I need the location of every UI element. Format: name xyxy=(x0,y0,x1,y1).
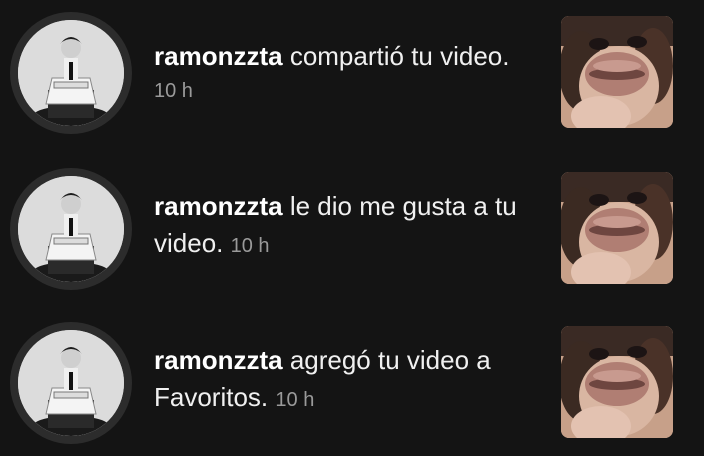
notification-message-cont: video. xyxy=(154,228,224,258)
notification-text: ramonzzta compartió tu video. 10 h xyxy=(154,38,544,107)
notification-item[interactable]: ramonzzta compartió tu video. 10 h xyxy=(0,12,704,134)
timestamp: 10 h xyxy=(230,235,270,257)
video-thumbnail[interactable] xyxy=(561,172,673,284)
avatar[interactable] xyxy=(10,12,132,134)
user-avatar-icon xyxy=(18,330,124,436)
video-thumbnail-icon xyxy=(561,326,673,438)
username-link[interactable]: ramonzzta xyxy=(154,41,283,71)
notification-message: compartió tu video. xyxy=(289,41,510,71)
username-link[interactable]: ramonzzta xyxy=(154,191,283,221)
notification-item[interactable]: ramonzzta agregó tu video a Favoritos. 1… xyxy=(0,322,704,444)
video-thumbnail[interactable] xyxy=(561,16,673,128)
notification-text: ramonzzta agregó tu video a Favoritos. 1… xyxy=(154,342,544,419)
notification-message: le dio me gusta a tu xyxy=(289,191,517,221)
video-thumbnail[interactable] xyxy=(561,326,673,438)
username-link[interactable]: ramonzzta xyxy=(154,345,283,375)
notification-message-cont: Favoritos. xyxy=(154,382,269,412)
notification-message: agregó tu video a xyxy=(289,345,491,375)
notification-text: ramonzzta le dio me gusta a tu video. 10… xyxy=(154,188,544,265)
avatar[interactable] xyxy=(10,168,132,290)
video-thumbnail-icon xyxy=(561,16,673,128)
avatar[interactable] xyxy=(10,322,132,444)
timestamp: 10 h xyxy=(275,389,315,411)
user-avatar-icon xyxy=(18,176,124,282)
user-avatar-icon xyxy=(18,20,124,126)
video-thumbnail-icon xyxy=(561,172,673,284)
notification-item[interactable]: ramonzzta le dio me gusta a tu video. 10… xyxy=(0,168,704,290)
timestamp: 10 h xyxy=(154,80,193,102)
